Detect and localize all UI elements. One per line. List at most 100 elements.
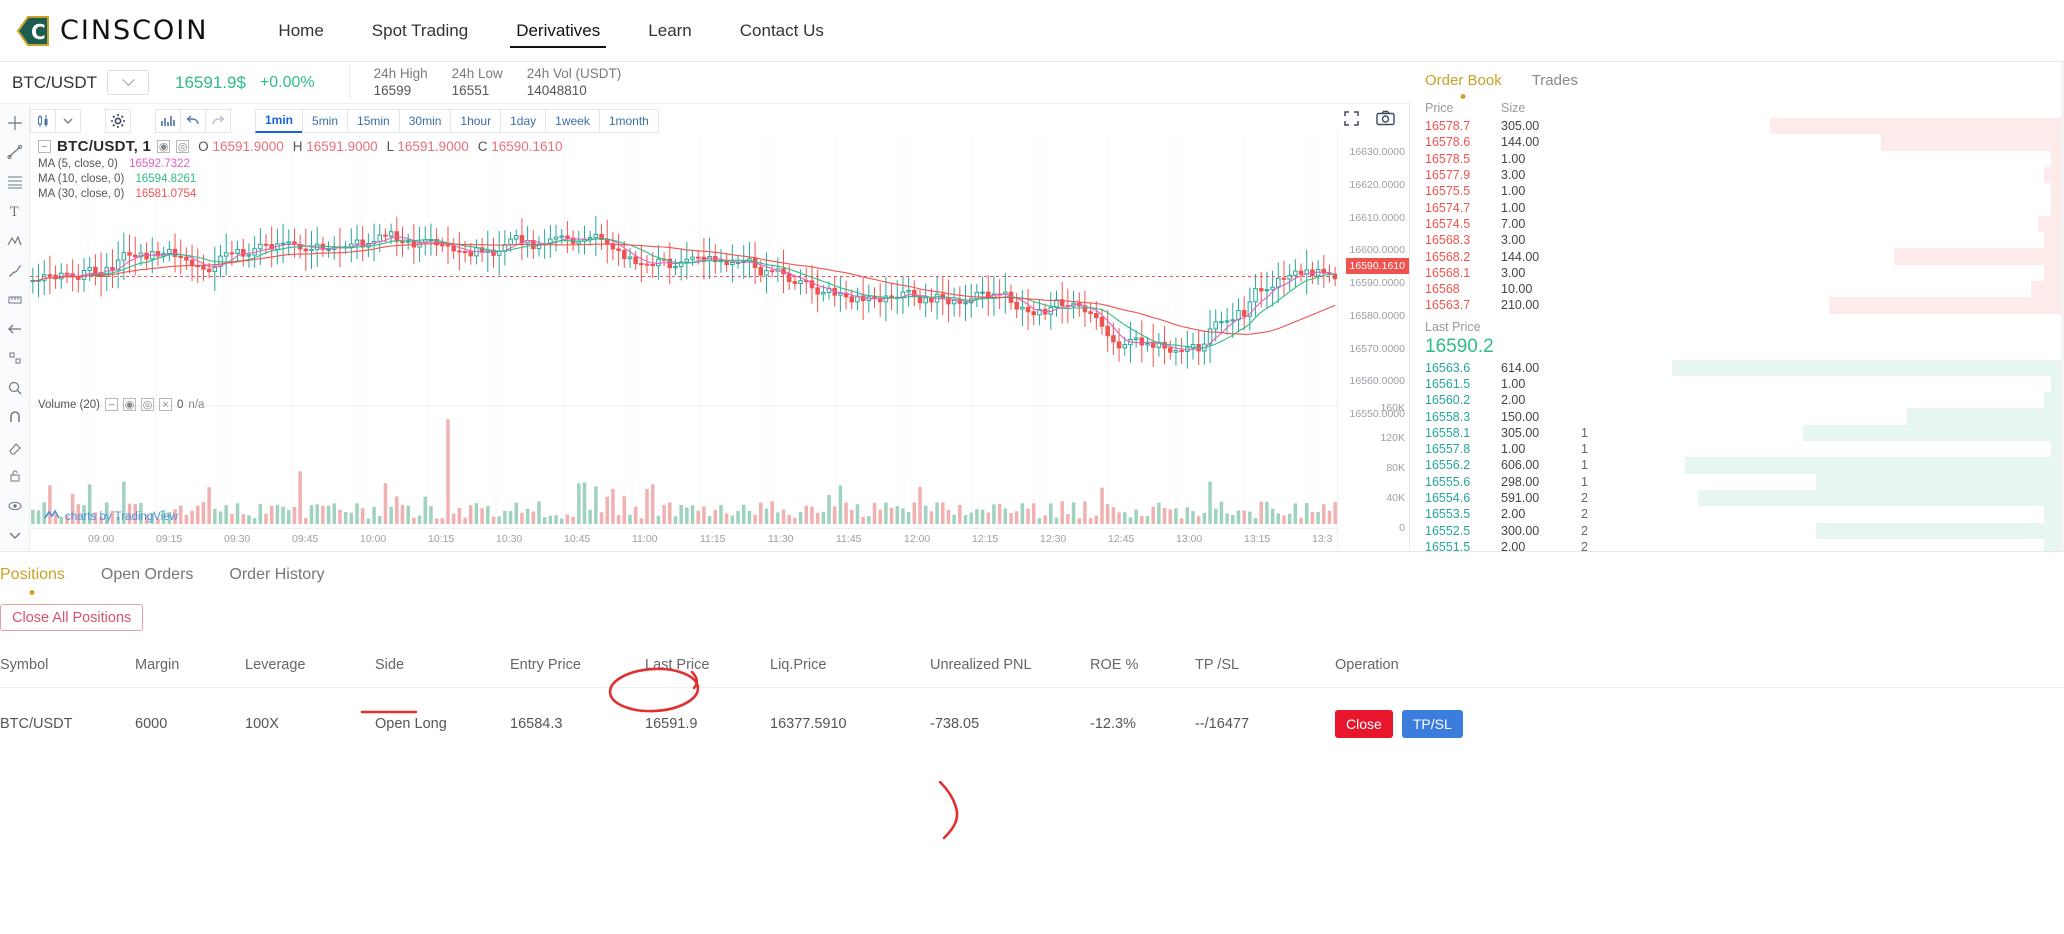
order-book-row[interactable]: 16557.8 1.00 1 [1411,441,2064,458]
order-book-row[interactable]: 16578.5 1.00 [1411,150,2064,167]
stat-label: 24h Low [451,66,503,81]
order-book-row[interactable]: 16575.5 1.00 [1411,183,2064,200]
close-icon[interactable]: × [159,398,173,411]
order-book-row[interactable]: 16578.6 144.00 [1411,134,2064,151]
zoom-icon[interactable] [1,373,29,402]
order-book-row[interactable]: 16558.3 150.00 [1411,408,2064,425]
tab-positions[interactable]: Positions [0,566,65,595]
col-leverage: Leverage [245,657,306,673]
order-price: 16575.5 [1425,184,1471,199]
order-book-row[interactable]: 16568.1 3.00 [1411,264,2064,281]
camera-icon[interactable] [1375,107,1395,129]
nav-item-learn[interactable]: Learn [624,0,715,62]
order-size: 1.00 [1501,200,1526,215]
timeframe-1hour[interactable]: 1hour [450,108,502,133]
depth-bar [1894,248,2064,265]
time-tick: 11:00 [632,533,658,545]
chevron-down-icon[interactable] [1,521,29,550]
tab-order-book[interactable]: Order Book [1425,72,1502,99]
order-book-row[interactable]: 16552.5 300.00 2 [1411,522,2064,539]
order-price: 16574.7 [1425,200,1471,215]
order-size: 1.00 [1501,151,1526,166]
tab-open-orders[interactable]: Open Orders [101,566,193,584]
candlestick-icon[interactable] [30,108,56,133]
order-size: 1.00 [1501,442,1526,457]
indicator-chart-icon[interactable] [155,108,181,133]
col-roe: ROE % [1090,657,1139,673]
order-book-row[interactable]: 16568.2 144.00 [1411,248,2064,265]
order-book-row[interactable]: 16577.9 3.00 [1411,166,2064,184]
order-book-row[interactable]: 16556.2 606.00 1 [1411,457,2064,474]
order-book-row[interactable]: 16563.7 210.00 [1411,297,2064,314]
timeframe-1month[interactable]: 1month [598,108,659,133]
tradingview-attribution[interactable]: charts by TradingView [44,509,178,524]
col-entry-price: Entry Price [510,657,581,673]
order-book-row[interactable]: 16561.5 1.00 [1411,375,2064,393]
pattern-icon[interactable] [1,226,29,255]
stat-value: 16551 [451,83,490,98]
timeframe-15min[interactable]: 15min [347,108,400,133]
timeframe-1day[interactable]: 1day [500,108,547,133]
timeframe-1min[interactable]: 1min [255,108,304,133]
nav-items: Home Spot Trading Derivatives Learn Cont… [254,0,847,62]
tab-order-history[interactable]: Order History [229,566,324,584]
order-book-header: Price Size [1411,91,2064,118]
eraser-icon[interactable] [1,432,29,461]
depth-bar [1815,473,2064,490]
arrow-left-icon[interactable] [1,314,29,343]
nav-item-contact-us[interactable]: Contact Us [716,0,848,62]
fib-icon[interactable] [1,167,29,196]
brand-logo[interactable]: C CINSCOIN [14,11,208,51]
close-position-button[interactable]: Close [1335,710,1393,738]
eye-icon[interactable] [1,491,29,520]
redo-arrow-icon[interactable] [205,108,231,133]
order-total: 1 [1581,474,1588,489]
fullscreen-icon[interactable] [1341,107,1361,129]
order-book-row[interactable]: 16574.7 1.00 [1411,199,2064,216]
brush-icon[interactable] [1,255,29,284]
timeframe-30min[interactable]: 30min [398,108,452,133]
order-book-row[interactable]: 16553.5 2.00 2 [1411,506,2064,523]
caret-down-icon[interactable] [55,108,81,133]
lock-icon[interactable] [1,462,29,491]
order-price: 16557.8 [1425,442,1471,457]
active-dot [1460,94,1466,99]
scale-icon[interactable] [1,344,29,373]
ruler-icon[interactable] [1,285,29,314]
stat-value: 16599 [373,83,412,98]
col-unrealized-pnl: Unrealized PNL [930,657,1032,673]
close-all-positions-button[interactable]: Close All Positions [0,604,144,631]
order-book-row[interactable]: 16554.6 591.00 2 [1411,489,2064,507]
order-book-row[interactable]: 16563.6 614.00 [1411,359,2064,376]
crosshair-icon[interactable] [1,108,29,137]
nav-item-derivatives[interactable]: Derivatives [492,0,624,62]
eye-icon[interactable]: ◉ [123,398,137,411]
magnet-icon[interactable] [1,403,29,432]
trendline-icon[interactable] [1,137,29,166]
order-total: 1 [1581,442,1588,457]
collapse-icon[interactable]: − [105,398,119,411]
chart-canvas[interactable]: − BTC/USDT, 1 ◉ ◎ O 16591.9000 H 16591.9… [30,134,1409,550]
nav-item-home[interactable]: Home [254,0,347,62]
timeframe-5min[interactable]: 5min [302,108,349,133]
order-book-row[interactable]: 16555.6 298.00 1 [1411,473,2064,490]
symbol-dropdown-button[interactable] [107,70,149,95]
order-book-row[interactable]: 16568 10.00 [1411,280,2064,298]
timeframe-1week[interactable]: 1week [545,108,600,133]
order-book-row[interactable]: 16574.5 7.00 [1411,215,2064,233]
tpsl-button[interactable]: TP/SL [1401,710,1463,738]
stat-label: 24h Vol (USDT) [526,66,622,81]
settings-dot-icon[interactable]: ◎ [141,398,155,411]
text-icon[interactable]: T [1,196,29,225]
nav-item-spot-trading[interactable]: Spot Trading [348,0,492,62]
header-price: Price [1425,101,1454,115]
order-book-row[interactable]: 16560.2 2.00 [1411,392,2064,409]
order-book-row[interactable]: 16578.7 305.00 [1411,118,2064,135]
order-book-row[interactable]: 16568.3 3.00 [1411,232,2064,249]
undo-arrow-icon[interactable] [180,108,206,133]
order-size: 2.00 [1501,507,1526,522]
order-book-row[interactable]: 16558.1 305.00 1 [1411,424,2064,442]
col-operation: Operation [1335,657,1399,673]
tab-trades[interactable]: Trades [1532,72,1578,89]
gear-icon[interactable] [105,108,131,133]
